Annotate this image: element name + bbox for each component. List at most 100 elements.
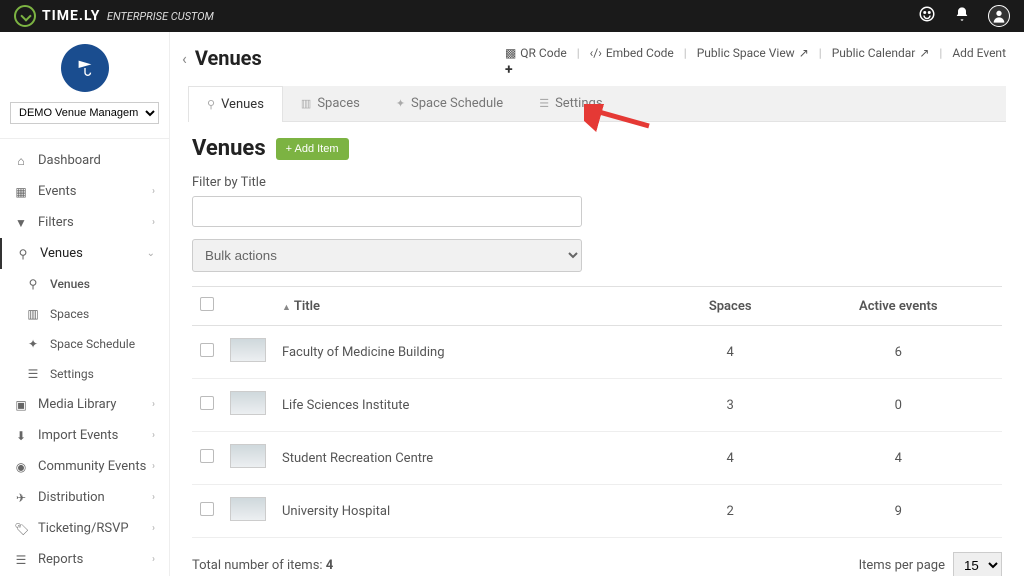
qr-code-link[interactable]: ▩QR Code	[505, 46, 567, 60]
public-calendar-link[interactable]: Public Calendar↗	[832, 46, 930, 60]
tabs: ⚲Venues ▥Spaces ✦Space Schedule ☰Setting…	[188, 86, 1006, 122]
venue-title[interactable]: Student Recreation Centre	[274, 432, 666, 485]
row-checkbox[interactable]	[200, 396, 214, 410]
filter-label: Filter by Title	[192, 175, 1002, 190]
globe-icon: ◉	[14, 460, 28, 474]
nav-label: Venues	[50, 277, 90, 291]
row-checkbox[interactable]	[200, 502, 214, 516]
sidebar: DEMO Venue Managemen ⌂ Dashboard ▦Events …	[0, 32, 170, 576]
bell-icon[interactable]	[954, 6, 970, 26]
nav-label: Settings	[50, 367, 94, 381]
building-icon: ▥	[26, 307, 40, 321]
venue-spaces: 3	[666, 379, 795, 432]
nav-venues[interactable]: ⚲ Venues ⌄	[0, 238, 169, 269]
nav-reports[interactable]: ☰ Reports ›	[0, 544, 169, 575]
add-item-button[interactable]: + Add Item	[276, 138, 349, 160]
table-row[interactable]: Faculty of Medicine Building46	[192, 326, 1002, 379]
tab-spaces[interactable]: ▥Spaces	[283, 86, 378, 121]
nav-label: Spaces	[50, 307, 89, 321]
venue-thumbnail	[230, 444, 266, 468]
nav-community-events[interactable]: ◉Community Events ›	[0, 451, 169, 482]
nav-label: Reports	[38, 552, 83, 567]
table-row[interactable]: University Hospital29	[192, 485, 1002, 538]
venue-thumbnail	[230, 497, 266, 521]
org-selector[interactable]: DEMO Venue Managemen	[10, 102, 159, 124]
chevron-down-icon: ⌄	[147, 248, 155, 259]
building-icon: ▥	[301, 97, 311, 110]
brand-logo: TIME.LY ENTERPRISE CUSTOM	[14, 5, 214, 27]
venue-title[interactable]: Life Sciences Institute	[274, 379, 666, 432]
venue-thumbnail	[230, 338, 266, 362]
sliders-icon: ☰	[26, 367, 40, 381]
org-badge	[61, 44, 109, 92]
select-all-checkbox[interactable]	[200, 297, 214, 311]
per-page-label: Items per page	[859, 558, 945, 573]
nav-media-library[interactable]: ▣Media Library ›	[0, 389, 169, 420]
nav-label: Dashboard	[38, 153, 101, 168]
col-active-events[interactable]: Active events	[795, 287, 1002, 326]
chevron-right-icon: ›	[152, 554, 155, 565]
nav-dashboard[interactable]: ⌂ Dashboard	[0, 145, 169, 176]
header-action-links: ▩QR Code | ‹/›Embed Code | Public Space …	[505, 46, 1006, 60]
chevron-right-icon: ›	[152, 430, 155, 441]
row-checkbox[interactable]	[200, 343, 214, 357]
send-icon: ✈	[14, 491, 28, 505]
pin-icon: ⚲	[207, 98, 215, 111]
list-icon: ☰	[14, 553, 28, 567]
nav-label: Space Schedule	[50, 337, 135, 351]
support-icon[interactable]	[918, 5, 936, 27]
venue-title[interactable]: Faculty of Medicine Building	[274, 326, 666, 379]
per-page-select[interactable]: 15	[953, 552, 1002, 576]
logo-mark-icon	[14, 5, 36, 27]
nav-label: Filters	[38, 215, 74, 230]
nav-events[interactable]: ▦Events ›	[0, 176, 169, 207]
brand-name: TIME.LY ENTERPRISE CUSTOM	[42, 8, 214, 24]
venue-thumbnail	[230, 391, 266, 415]
nav-label: Import Events	[38, 428, 118, 443]
add-event-link[interactable]: Add Event	[952, 46, 1006, 60]
row-checkbox[interactable]	[200, 449, 214, 463]
table-row[interactable]: Life Sciences Institute30	[192, 379, 1002, 432]
sliders-icon: ☰	[539, 97, 549, 110]
nav-filters[interactable]: ▼ Filters ›	[0, 207, 169, 238]
nav-venues-sub-venues[interactable]: ⚲Venues	[0, 269, 169, 299]
schedule-icon: ✦	[396, 97, 405, 110]
back-button[interactable]: ‹	[182, 49, 187, 68]
filter-title-input[interactable]	[192, 196, 582, 227]
avatar[interactable]	[988, 5, 1010, 27]
download-icon: ⬇	[14, 429, 28, 443]
external-link-icon: ↗	[919, 46, 929, 60]
nav-label: Media Library	[38, 397, 116, 412]
main-panel: ‹ Venues ▩QR Code | ‹/›Embed Code | Publ…	[170, 32, 1024, 576]
topbar-actions	[918, 5, 1010, 27]
tab-space-schedule[interactable]: ✦Space Schedule	[378, 86, 521, 121]
plus-button[interactable]: +	[505, 62, 1006, 78]
nav-venues-sub-schedule[interactable]: ✦Space Schedule	[0, 329, 169, 359]
brand-name-text: TIME.LY	[42, 8, 100, 24]
image-icon: ▣	[14, 398, 28, 412]
public-space-view-link[interactable]: Public Space View↗	[697, 46, 809, 60]
tab-venues[interactable]: ⚲Venues	[188, 86, 283, 122]
venue-active-events: 0	[795, 379, 1002, 432]
pin-icon: ⚲	[16, 247, 30, 261]
bulk-actions-select[interactable]: Bulk actions	[192, 239, 582, 272]
table-row[interactable]: Student Recreation Centre44	[192, 432, 1002, 485]
filter-icon: ▼	[14, 216, 28, 230]
embed-code-link[interactable]: ‹/›Embed Code	[590, 46, 674, 60]
nav-ticketing[interactable]: 🏷Ticketing/RSVP ›	[0, 513, 169, 544]
chevron-right-icon: ›	[152, 217, 155, 228]
venue-title[interactable]: University Hospital	[274, 485, 666, 538]
nav-label: Venues	[40, 246, 83, 261]
nav-label: Distribution	[38, 490, 105, 505]
col-title[interactable]: ▲Title	[274, 287, 666, 326]
nav-venues-sub-settings[interactable]: ☰ Settings	[0, 359, 169, 389]
chevron-right-icon: ›	[152, 492, 155, 503]
home-icon: ⌂	[14, 154, 28, 168]
tab-settings[interactable]: ☰Settings	[521, 86, 620, 121]
col-spaces[interactable]: Spaces	[666, 287, 795, 326]
nav-label: Community Events	[38, 459, 146, 474]
nav-venues-sub-spaces[interactable]: ▥ Spaces	[0, 299, 169, 329]
venues-table: ▲Title Spaces Active events Faculty of M…	[192, 286, 1002, 538]
nav-import-events[interactable]: ⬇ Import Events ›	[0, 420, 169, 451]
nav-distribution[interactable]: ✈ Distribution ›	[0, 482, 169, 513]
